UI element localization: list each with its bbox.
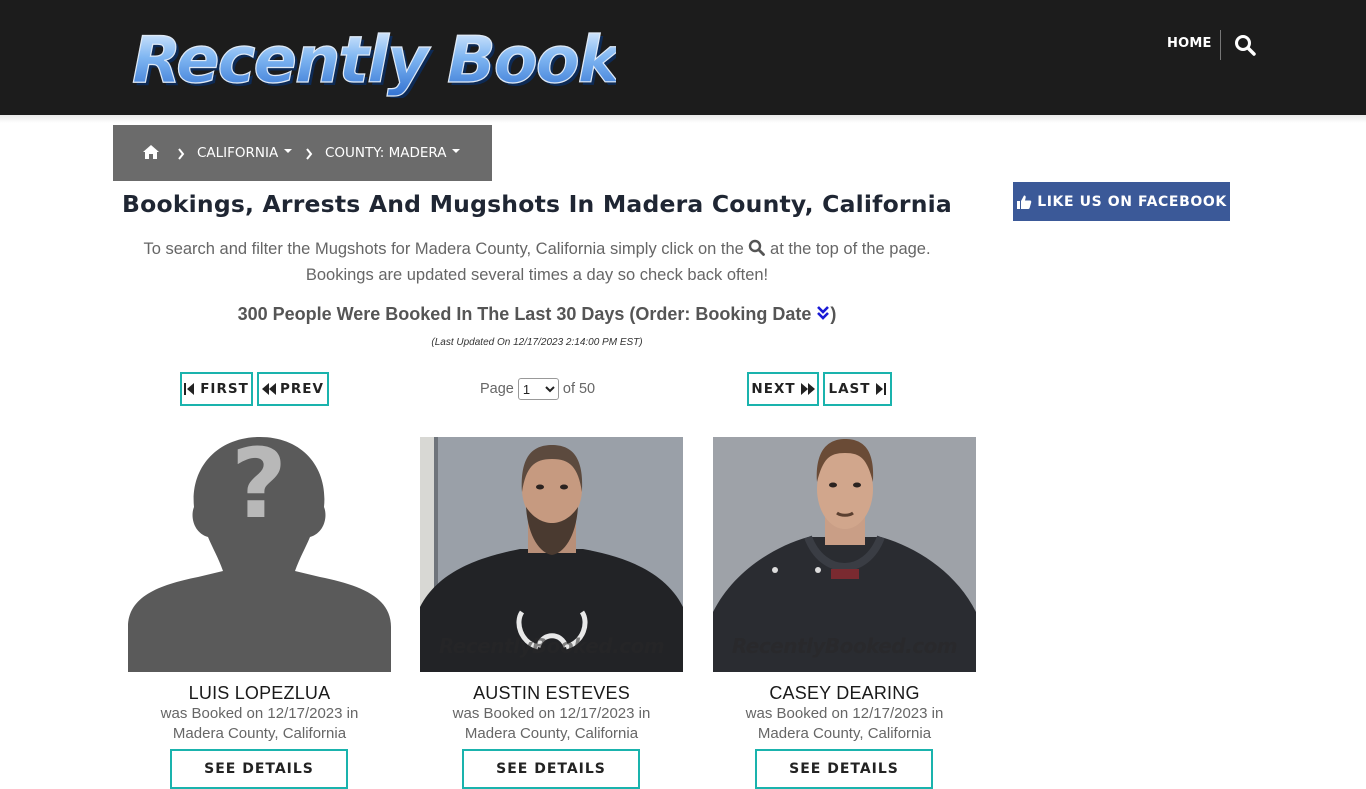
person-name[interactable]: AUSTIN ESTEVES xyxy=(420,683,683,704)
silhouette-placeholder: ? xyxy=(128,437,391,672)
next-label: NEXT xyxy=(751,381,796,397)
first-label: FIRST xyxy=(200,381,249,397)
watermark: RecentlyBooked.com xyxy=(438,634,665,658)
breadcrumb-state[interactable]: CALIFORNIA xyxy=(197,145,293,161)
intro-part1: To search and filter the Mugshots for Ma… xyxy=(143,240,744,258)
facebook-like-button[interactable]: LIKE US ON FACEBOOK xyxy=(1013,182,1230,221)
booking-line2: Madera County, California xyxy=(464,725,639,742)
watermark: RecentlyBooked.com xyxy=(731,634,958,658)
booking-count-close: ) xyxy=(830,304,837,324)
breadcrumb-county[interactable]: COUNTY: MADERA xyxy=(325,145,461,161)
site-logo[interactable]: Recently Booked Recently Booked xyxy=(126,14,616,98)
mugshot-photo[interactable]: RecentlyBooked.com xyxy=(713,437,976,672)
prev-icon xyxy=(262,383,277,395)
booking-card: RecentlyBooked.com CASEY DEARING was Boo… xyxy=(713,437,976,789)
see-details-button[interactable]: SEE DETAILS xyxy=(755,749,933,789)
booking-line1: was Booked on 12/17/2023 in xyxy=(452,705,651,722)
person-name[interactable]: CASEY DEARING xyxy=(713,683,976,704)
nav-home-link[interactable]: HOME xyxy=(1167,36,1212,51)
chevron-right-icon xyxy=(177,147,185,160)
last-page-button[interactable]: LAST xyxy=(823,372,892,406)
search-icon[interactable] xyxy=(1234,34,1256,56)
booking-card: ? LUIS LOPEZLUA was Booked on 12/17/2023… xyxy=(128,437,391,789)
site-header: Recently Booked Recently Booked HOME xyxy=(0,0,1366,115)
chevron-right-icon xyxy=(305,147,313,160)
booking-count: 300 People Were Booked In The Last 30 Da… xyxy=(113,304,961,325)
nav-divider xyxy=(1220,30,1221,60)
person-name[interactable]: LUIS LOPEZLUA xyxy=(128,683,391,704)
prev-label: PREV xyxy=(280,381,324,397)
last-label: LAST xyxy=(828,381,871,397)
search-icon xyxy=(748,238,766,256)
booking-count-text: 300 People Were Booked In The Last 30 Da… xyxy=(237,304,812,324)
booking-line2: Madera County, California xyxy=(757,725,932,742)
page-selector: Page 1 of 50 xyxy=(480,378,595,400)
booking-line2: Madera County, California xyxy=(172,725,347,742)
booking-line1: was Booked on 12/17/2023 in xyxy=(160,705,359,722)
last-updated: (Last Updated On 12/17/2023 2:14:00 PM E… xyxy=(431,337,643,348)
sort-descending-icon[interactable] xyxy=(816,305,830,321)
page-title: Bookings, Arrests And Mugshots In Madera… xyxy=(122,190,952,218)
see-details-button[interactable]: SEE DETAILS xyxy=(170,749,348,789)
svg-text:?: ? xyxy=(231,437,287,540)
mugshot-photo[interactable]: ? xyxy=(128,437,391,672)
mugshot-photo[interactable]: RecentlyBooked.com xyxy=(420,437,683,672)
next-icon xyxy=(800,383,815,395)
caret-down-icon xyxy=(452,149,461,153)
first-icon xyxy=(184,383,195,395)
page-select[interactable]: 1 xyxy=(517,378,559,400)
next-page-button[interactable]: NEXT xyxy=(747,372,819,406)
first-page-button[interactable]: FIRST xyxy=(180,372,253,406)
thumbs-up-icon xyxy=(1017,195,1032,209)
breadcrumb: CALIFORNIA COUNTY: MADERA xyxy=(113,125,492,181)
booking-line1: was Booked on 12/17/2023 in xyxy=(745,705,944,722)
booking-card: RecentlyBooked.com AUSTIN ESTEVES was Bo… xyxy=(420,437,683,789)
page-label: Page xyxy=(480,381,514,397)
home-icon[interactable] xyxy=(142,144,160,160)
intro-part2: at the top of the page. xyxy=(770,240,931,258)
prev-page-button[interactable]: PREV xyxy=(257,372,329,406)
logo-text: Recently Booked xyxy=(132,24,616,98)
intro-text: To search and filter the Mugshots for Ma… xyxy=(113,236,961,288)
page-total: of 50 xyxy=(562,381,596,397)
last-icon xyxy=(876,383,887,395)
facebook-label: LIKE US ON FACEBOOK xyxy=(1037,193,1227,210)
see-details-button[interactable]: SEE DETAILS xyxy=(462,749,640,789)
intro-line2: Bookings are updated several times a day… xyxy=(305,266,769,284)
header-shadow xyxy=(0,115,1366,123)
caret-down-icon xyxy=(284,149,293,153)
